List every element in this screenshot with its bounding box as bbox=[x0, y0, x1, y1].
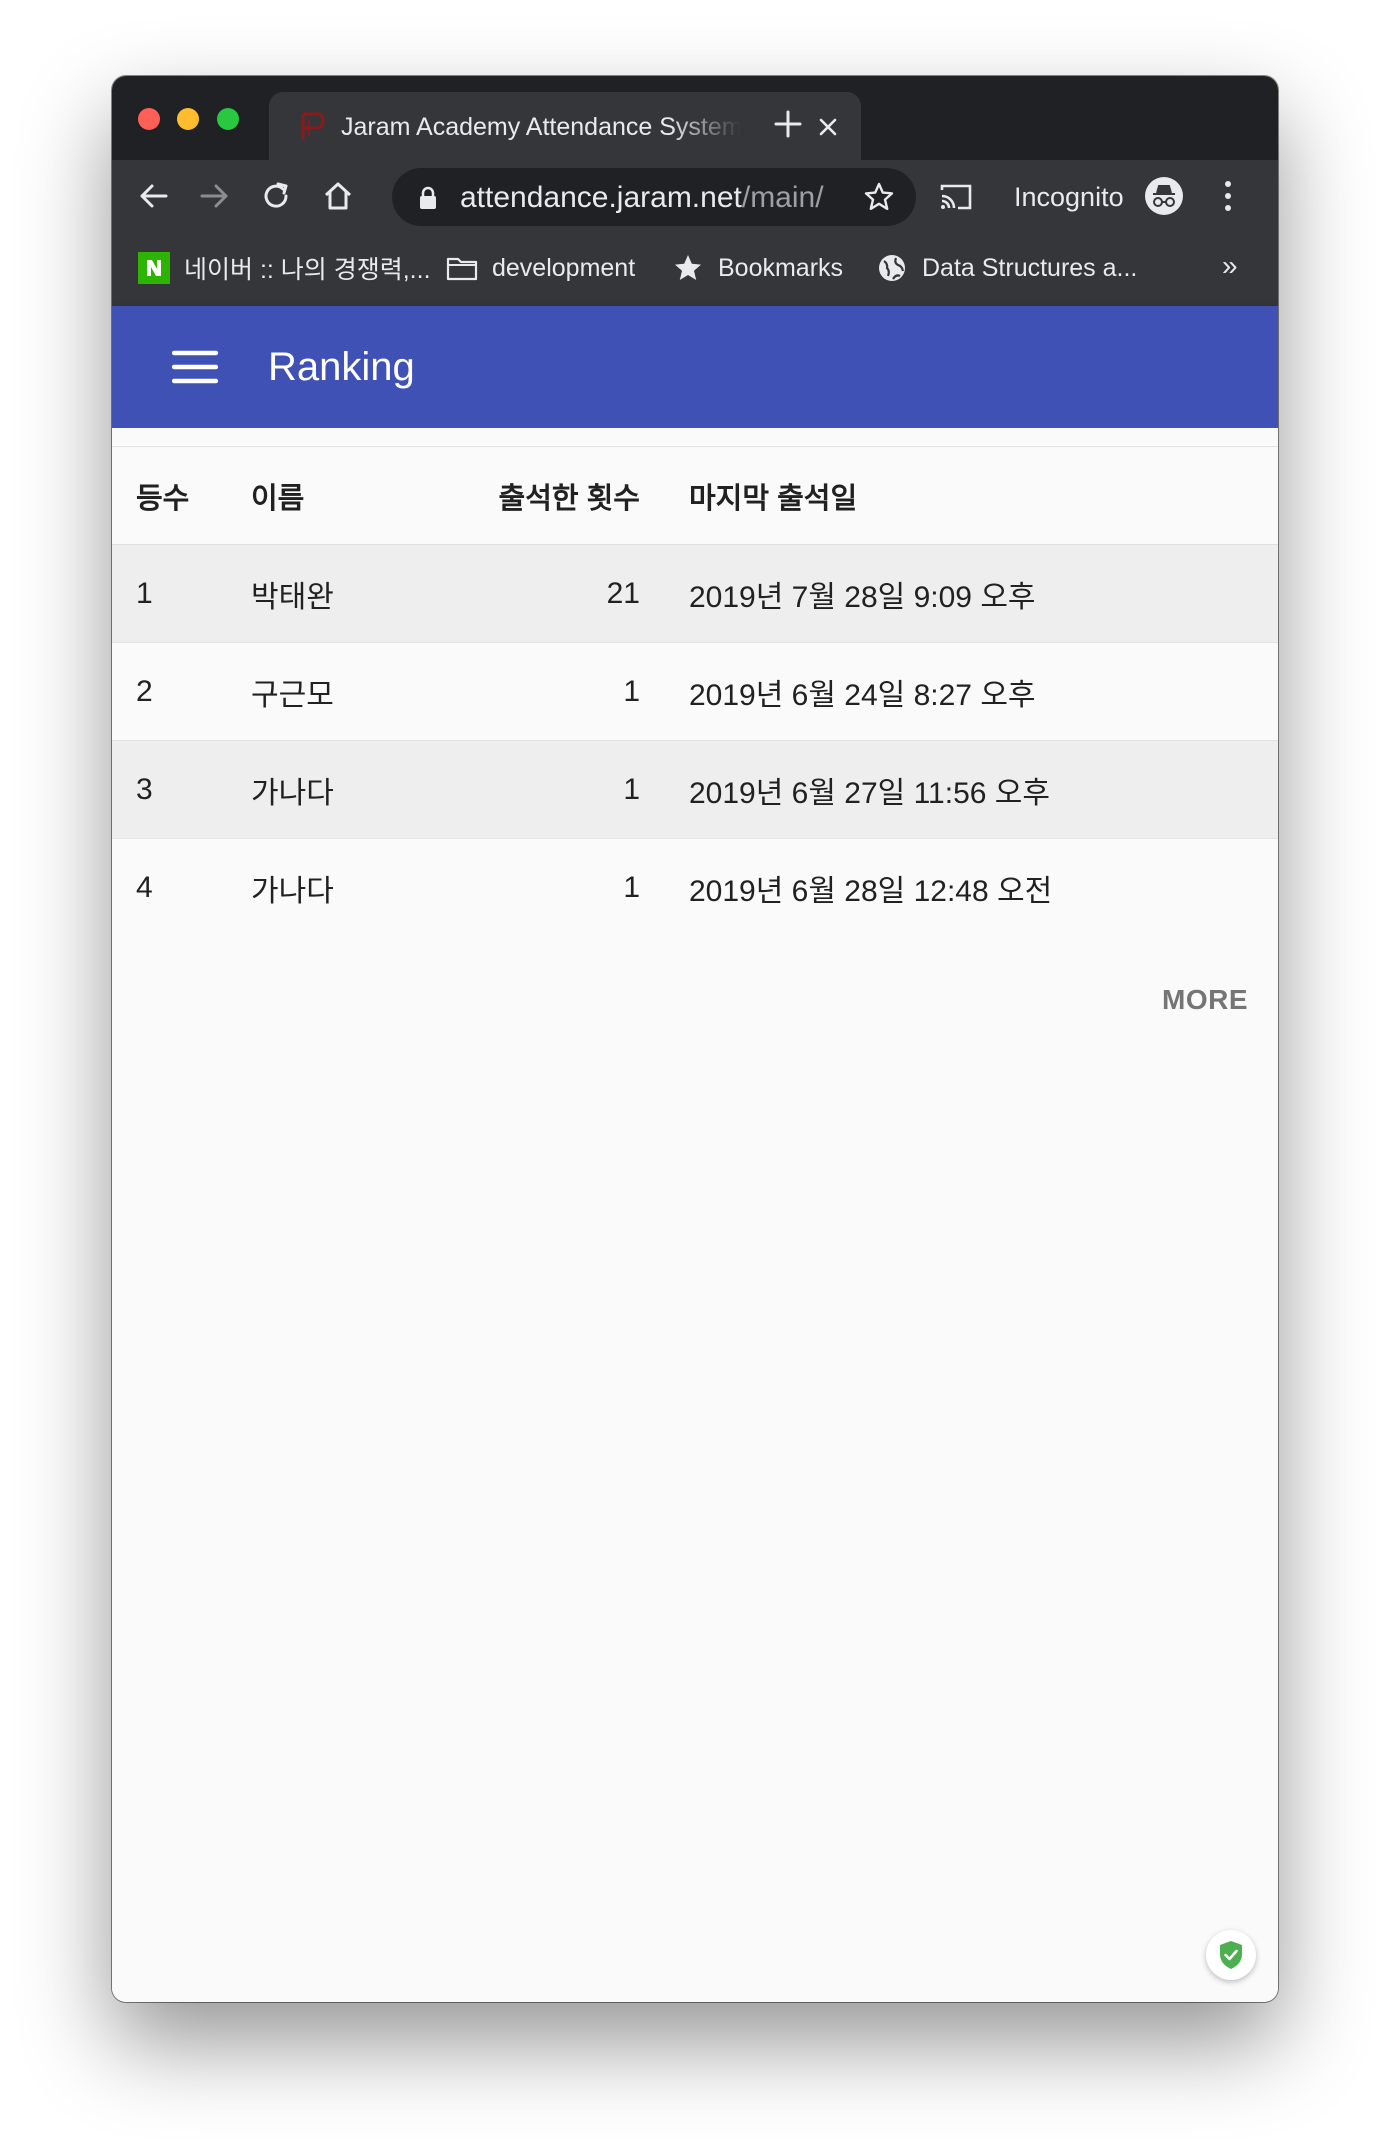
cell-name: 가나다 bbox=[251, 776, 334, 810]
table-row[interactable]: 1 박태완 21 2019년 7월 28일 9:09 오후 bbox=[112, 544, 1278, 643]
cell-count: 1 bbox=[623, 674, 640, 708]
url-host: attendance.jaram.net bbox=[460, 181, 742, 214]
header-last-attendance[interactable]: 마지막 출석일 bbox=[640, 447, 1278, 545]
cell-rank: 4 bbox=[136, 870, 153, 904]
bookmark-item-development[interactable]: development bbox=[446, 248, 635, 288]
security-shield-button[interactable] bbox=[1206, 1930, 1256, 1980]
forward-arrow-icon[interactable] bbox=[196, 178, 232, 214]
minimize-window-button[interactable] bbox=[177, 108, 199, 130]
page-title: Ranking bbox=[268, 345, 415, 389]
address-bar[interactable]: attendance.jaram.net/main/ bbox=[392, 168, 916, 226]
cell-rank: 3 bbox=[136, 772, 153, 806]
bookmark-label: development bbox=[492, 253, 636, 282]
ranking-table: 등수 이름 출석한 횟수 마지막 출석일 1 박태완 21 2019년 7월 2… bbox=[112, 446, 1278, 937]
cell-name: 구근모 bbox=[251, 678, 334, 712]
naver-icon bbox=[138, 252, 170, 284]
tab-strip: Jaram Academy Attendance System bbox=[112, 76, 1278, 160]
cell-rank: 2 bbox=[136, 674, 153, 708]
main-content: 등수 이름 출석한 횟수 마지막 출석일 1 박태완 21 2019년 7월 2… bbox=[112, 428, 1278, 2002]
url-path: /main/ bbox=[741, 181, 824, 214]
header-count[interactable]: 출석한 횟수 bbox=[471, 447, 640, 545]
bookmark-item-bookmarks[interactable]: Bookmarks bbox=[672, 248, 843, 288]
cell-rank: 1 bbox=[136, 576, 153, 610]
table-header-row: 등수 이름 출석한 횟수 마지막 출석일 bbox=[112, 446, 1278, 545]
cell-count: 1 bbox=[623, 772, 640, 806]
folder-icon bbox=[446, 257, 478, 281]
cell-last-attendance: 2019년 6월 28일 12:48 오전 bbox=[689, 874, 1053, 908]
lock-icon[interactable] bbox=[418, 186, 438, 210]
home-icon[interactable] bbox=[320, 178, 356, 214]
browser-window: Jaram Academy Attendance System attendan… bbox=[112, 76, 1278, 2002]
back-arrow-icon[interactable] bbox=[136, 178, 172, 214]
bookmark-star-icon[interactable] bbox=[862, 180, 896, 214]
close-window-button[interactable] bbox=[138, 108, 160, 130]
incognito-icon[interactable] bbox=[1144, 176, 1184, 216]
maximize-window-button[interactable] bbox=[217, 108, 239, 130]
cell-count: 1 bbox=[623, 870, 640, 904]
url-text: attendance.jaram.net/main/ bbox=[460, 181, 824, 215]
bookmark-item-data-structures[interactable]: Data Structures a... bbox=[876, 248, 1137, 288]
cell-last-attendance: 2019년 6월 27일 11:56 오후 bbox=[689, 776, 1050, 810]
star-icon bbox=[675, 255, 701, 280]
more-options-icon[interactable] bbox=[1220, 178, 1236, 214]
bookmark-item-naver[interactable]: 네이버 :: 나의 경쟁력,... bbox=[138, 248, 431, 288]
cast-icon[interactable] bbox=[938, 182, 974, 212]
cell-last-attendance: 2019년 6월 24일 8:27 오후 bbox=[689, 678, 1036, 712]
bookmark-label: Data Structures a... bbox=[922, 253, 1138, 282]
hamburger-menu-icon[interactable] bbox=[172, 348, 218, 386]
header-rank[interactable]: 등수 bbox=[112, 447, 251, 545]
browser-toolbar: attendance.jaram.net/main/ Incognito 네이버… bbox=[112, 160, 1278, 306]
reload-icon[interactable] bbox=[258, 178, 294, 214]
bookmarks-overflow-chevron[interactable]: » bbox=[1222, 250, 1238, 282]
new-tab-icon[interactable] bbox=[772, 108, 804, 140]
table-row[interactable]: 4 가나다 1 2019년 6월 28일 12:48 오전 bbox=[112, 839, 1278, 937]
bookmark-label: Bookmarks bbox=[718, 253, 844, 282]
tab-title: Jaram Academy Attendance System bbox=[341, 113, 741, 141]
header-name[interactable]: 이름 bbox=[251, 447, 471, 545]
cell-name: 가나다 bbox=[251, 874, 334, 908]
incognito-label[interactable]: Incognito bbox=[1014, 180, 1124, 214]
globe-icon bbox=[879, 255, 905, 281]
cell-count: 21 bbox=[606, 576, 640, 610]
bookmarks-bar: 네이버 :: 나의 경쟁력,... development Bookmarks bbox=[112, 236, 1278, 306]
cell-last-attendance: 2019년 7월 28일 9:09 오후 bbox=[689, 580, 1036, 614]
app-bar: Ranking bbox=[112, 306, 1278, 428]
cell-name: 박태완 bbox=[251, 580, 334, 614]
bookmark-label: 네이버 :: 나의 경쟁력,... bbox=[184, 256, 431, 284]
table-row[interactable]: 2 구근모 1 2019년 6월 24일 8:27 오후 bbox=[112, 643, 1278, 741]
close-tab-icon[interactable] bbox=[815, 114, 841, 140]
jaram-favicon-icon bbox=[301, 112, 325, 140]
shield-check-icon bbox=[1220, 1941, 1242, 1969]
more-button[interactable]: MORE bbox=[1162, 984, 1248, 1016]
table-row[interactable]: 3 가나다 1 2019년 6월 27일 11:56 오후 bbox=[112, 740, 1278, 839]
